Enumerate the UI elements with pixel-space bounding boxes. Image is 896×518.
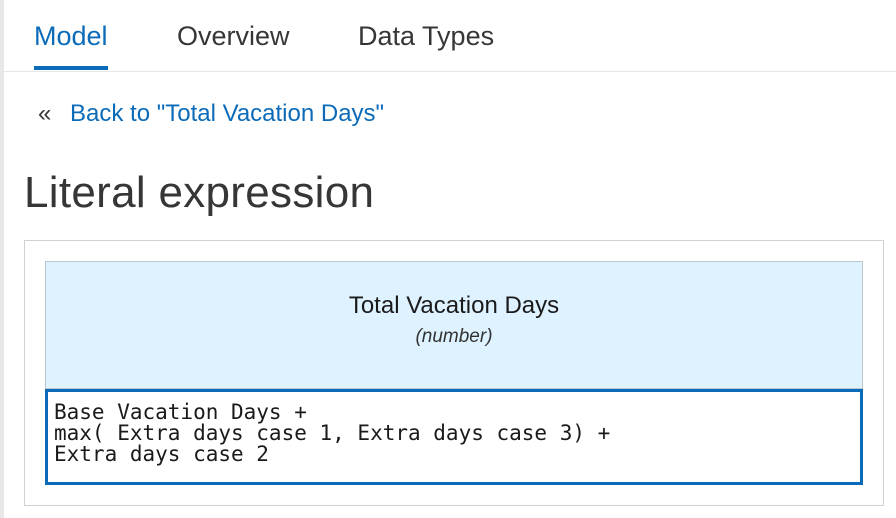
expression-name: Total Vacation Days <box>348 292 560 319</box>
expression-container: Total Vacation Days (number) Base Vacati… <box>24 240 884 506</box>
tab-model-label: Model <box>34 21 108 51</box>
tab-overview[interactable]: Overview <box>177 18 290 70</box>
editor-tabs: Model Overview Data Types <box>4 0 896 72</box>
tab-overview-label: Overview <box>177 21 290 51</box>
expression-editor[interactable]: Base Vacation Days + max( Extra days cas… <box>45 389 863 485</box>
expression-text: Base Vacation Days + max( Extra days cas… <box>54 400 611 466</box>
double-chevron-left-icon: « <box>38 100 52 127</box>
expression-header[interactable]: Total Vacation Days (number) <box>45 261 863 389</box>
tab-data-types-label: Data Types <box>358 21 495 51</box>
left-border <box>0 0 4 518</box>
page-title: Literal expression <box>24 168 375 217</box>
literal-expression-page: Model Overview Data Types « Back to "Tot… <box>0 0 896 518</box>
active-tab-indicator <box>34 66 108 70</box>
tab-model[interactable]: Model <box>34 18 108 70</box>
tab-data-types[interactable]: Data Types <box>358 18 494 70</box>
back-navigation: « Back to "Total Vacation Days" <box>38 96 384 132</box>
back-link[interactable]: Back to "Total Vacation Days" <box>70 100 384 128</box>
expression-type: (number) <box>415 326 493 347</box>
